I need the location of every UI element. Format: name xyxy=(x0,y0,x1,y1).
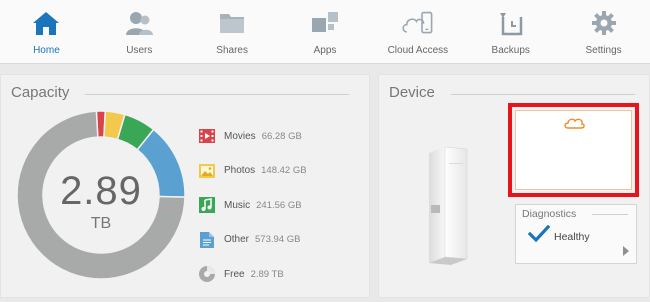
legend-row-free: Free 2.89 TB xyxy=(199,257,307,292)
device-title: Device xyxy=(389,84,435,101)
legend-movies-label: Movies xyxy=(224,130,256,142)
legend-movies-size: 66.28 GB xyxy=(261,130,302,142)
home-icon xyxy=(30,9,62,37)
nav-settings[interactable]: Settings xyxy=(557,0,650,63)
diagnostics-title: Diagnostics xyxy=(522,208,581,220)
nav-settings-label: Settings xyxy=(585,45,622,56)
legend-music-label: Music xyxy=(224,199,251,211)
backups-icon xyxy=(495,9,527,37)
capacity-total-value: 2.89 xyxy=(60,169,142,213)
nav-cloud-access[interactable]: Cloud Access xyxy=(371,0,464,63)
diagnostics-card[interactable]: Diagnostics Healthy xyxy=(515,204,637,264)
capacity-legend: Movies 66.28 GB Photos 148.42 GB Music 2… xyxy=(199,119,307,292)
other-icon xyxy=(199,231,215,248)
legend-other-label: Other xyxy=(224,234,250,246)
cloud-access-icon xyxy=(402,9,434,37)
nav-shares-label: Shares xyxy=(216,45,248,56)
music-icon xyxy=(199,197,215,214)
device-drive-image xyxy=(429,147,468,265)
nav-users-label: Users xyxy=(126,45,153,56)
nav-home-label: Home xyxy=(33,45,60,56)
nav-home[interactable]: Home xyxy=(0,0,93,63)
free-icon xyxy=(199,266,215,283)
capacity-panel: Capacity 2.89 TB Movies 66.28 GB Photos … xyxy=(0,74,370,298)
checkmark-icon xyxy=(528,225,550,243)
shares-icon xyxy=(216,9,248,37)
capacity-title-rule xyxy=(85,94,349,95)
cloud-status-card[interactable] xyxy=(508,103,639,197)
legend-row-movies: Movies 66.28 GB xyxy=(199,119,307,154)
legend-row-photos: Photos 148.42 GB xyxy=(199,154,307,189)
top-navigation: Home Users Shares Apps Cloud Access Back… xyxy=(0,0,650,64)
legend-row-other: Other 573.94 GB xyxy=(199,223,307,258)
nav-apps-label: Apps xyxy=(313,45,337,56)
capacity-title: Capacity xyxy=(11,84,70,101)
legend-music-size: 241.56 GB xyxy=(256,199,302,211)
device-title-rule xyxy=(451,94,635,95)
apps-icon xyxy=(309,9,341,37)
legend-row-music: Music 241.56 GB xyxy=(199,188,307,223)
nav-backups[interactable]: Backups xyxy=(464,0,557,63)
legend-photos-size: 148.42 GB xyxy=(261,165,307,177)
legend-free-label: Free xyxy=(224,268,245,280)
nav-backups-label: Backups xyxy=(491,45,530,56)
cloud-status-inner xyxy=(515,110,632,190)
legend-free-size: 2.89 TB xyxy=(250,268,284,280)
users-icon xyxy=(123,9,155,37)
nav-cloud-access-label: Cloud Access xyxy=(387,45,449,56)
device-panel: Device Diagnostics Healthy xyxy=(378,74,650,298)
legend-photos-label: Photos xyxy=(224,165,256,177)
settings-icon xyxy=(588,9,620,37)
chevron-right-icon[interactable] xyxy=(622,245,630,257)
movies-icon xyxy=(199,128,215,144)
nav-apps[interactable]: Apps xyxy=(279,0,372,63)
nav-shares[interactable]: Shares xyxy=(186,0,279,63)
capacity-total-unit: TB xyxy=(90,215,112,232)
photos-icon xyxy=(199,163,215,179)
cloud-icon xyxy=(563,118,585,129)
diagnostics-status: Healthy xyxy=(554,231,590,243)
diagnostics-title-rule xyxy=(592,214,628,215)
legend-other-size: 573.94 GB xyxy=(255,234,301,246)
nav-users[interactable]: Users xyxy=(93,0,186,63)
